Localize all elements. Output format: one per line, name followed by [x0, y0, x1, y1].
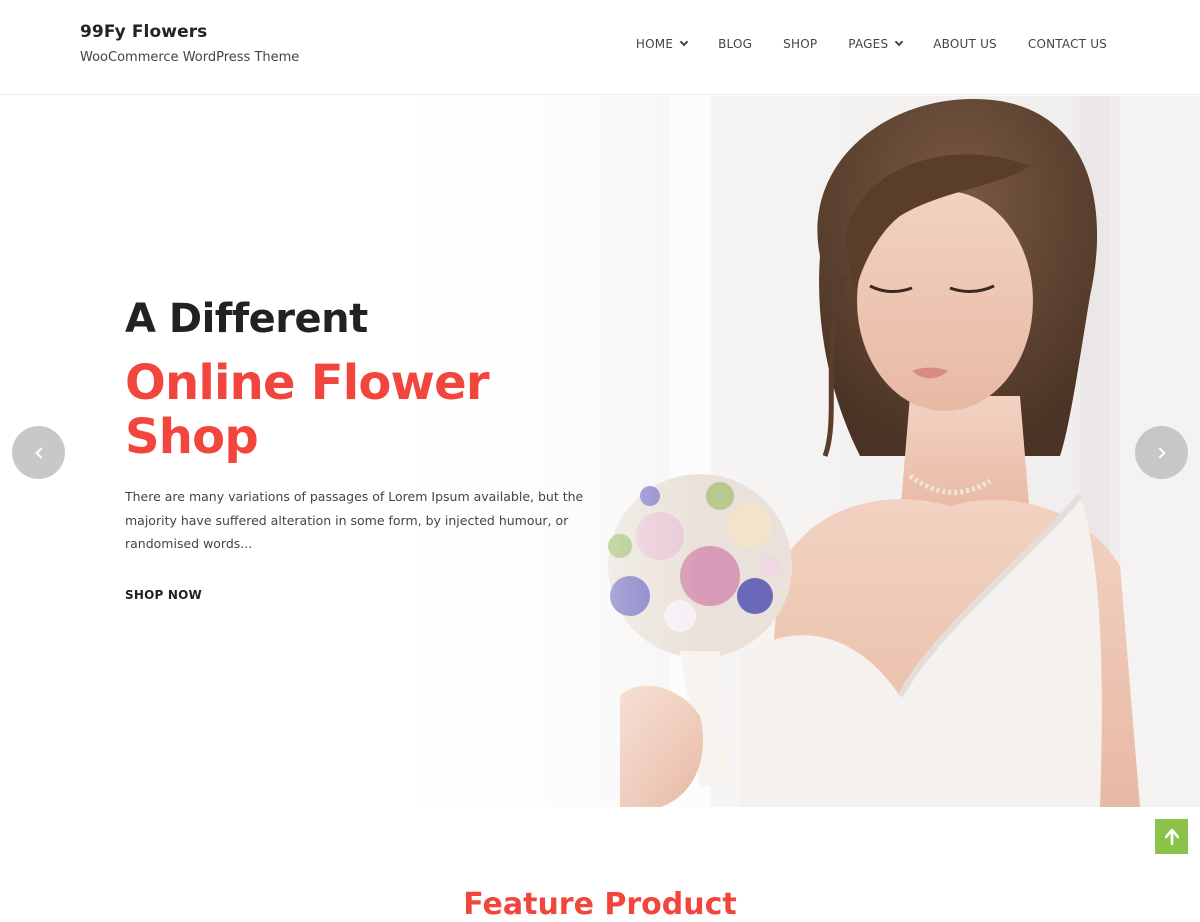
nav-item-home[interactable]: HOME — [635, 37, 689, 51]
site-title[interactable]: 99Fy Flowers — [80, 22, 299, 42]
chevron-right-icon — [1153, 446, 1166, 459]
chevron-down-icon — [679, 37, 689, 47]
hero-description: There are many variations of passages of… — [125, 489, 584, 551]
nav-item-label: CONTACT US — [1027, 37, 1107, 51]
slider-next-button[interactable] — [1135, 426, 1188, 479]
hero-slider: A Different Online Flower Shop There are… — [0, 96, 1200, 807]
slider-prev-button[interactable] — [12, 426, 65, 479]
chevron-left-icon — [34, 446, 47, 459]
hero-heading-line2: Online Flower Shop — [125, 355, 490, 465]
nav-item-blog[interactable]: BLOG — [718, 37, 752, 51]
hero-content: A Different Online Flower Shop There are… — [125, 296, 595, 604]
nav-item-pages[interactable]: PAGES — [848, 37, 904, 51]
nav-item-label: ABOUT US — [933, 37, 997, 51]
nav-item-label: HOME — [635, 37, 674, 51]
nav-item-label: BLOG — [718, 37, 753, 51]
nav-item-label: SHOP — [783, 37, 818, 51]
hero-heading-line1: A Different — [125, 296, 368, 342]
nav-item-shop[interactable]: SHOP — [783, 37, 817, 51]
chevron-down-icon — [895, 37, 904, 47]
shop-now-link[interactable]: SHOP NOW — [125, 588, 202, 602]
nav-item-about-us[interactable]: ABOUT US — [933, 37, 997, 51]
arrow-up-icon — [1164, 828, 1179, 845]
feature-product-heading: Feature Product — [463, 887, 737, 922]
brand: 99Fy Flowers WooCommerce WordPress Theme — [80, 22, 299, 65]
nav-item-label: PAGES — [848, 37, 889, 51]
main-nav: HOME BLOG SHOP PAGES ABOUT US CONTACT US — [636, 37, 1107, 51]
nav-item-contact-us[interactable]: CONTACT US — [1028, 37, 1107, 51]
site-tagline: WooCommerce WordPress Theme — [80, 50, 300, 65]
site-header: 99Fy Flowers WooCommerce WordPress Theme… — [0, 0, 1200, 95]
back-to-top-button[interactable] — [1155, 819, 1188, 854]
